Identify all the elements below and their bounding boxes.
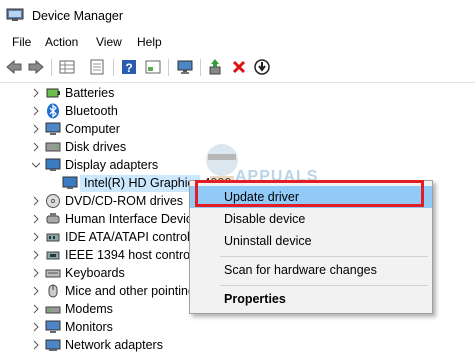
highlight-callout-box: [195, 180, 424, 207]
chevron-right-icon[interactable]: [31, 106, 41, 116]
menu-item-label: Scan for hardware changes: [224, 263, 377, 277]
document-icon[interactable]: [88, 58, 106, 76]
menu-scan-hardware[interactable]: Scan for hardware changes: [190, 259, 432, 281]
tree-item-batteries[interactable]: Batteries: [0, 84, 475, 102]
keyboard-icon: [45, 269, 61, 278]
menu-uninstall-device[interactable]: Uninstall device: [190, 230, 432, 252]
bluetooth-icon: [47, 103, 59, 119]
toolbar-separator: [51, 59, 52, 76]
tree-item-label: Monitors: [65, 320, 113, 334]
monitor-icon: [45, 320, 61, 333]
ide-icon: [46, 233, 60, 242]
menu-view[interactable]: View: [96, 35, 122, 49]
chevron-right-icon[interactable]: [31, 88, 41, 98]
tree-item-network-adapters[interactable]: Network adapters: [0, 336, 475, 354]
menu-help[interactable]: Help: [137, 35, 162, 49]
menu-separator: [220, 256, 428, 257]
chevron-right-icon[interactable]: [31, 142, 41, 152]
remove-x-icon[interactable]: [230, 58, 248, 76]
panel-icon[interactable]: [144, 58, 162, 76]
forward-arrow-icon[interactable]: [27, 58, 45, 76]
computer-icon: [45, 122, 61, 135]
tree-item-label: DVD/CD-ROM drives: [65, 194, 184, 208]
modem-icon: [45, 306, 61, 314]
monitor-icon[interactable]: [176, 58, 194, 76]
toolbar-separator: [168, 59, 169, 76]
title-bar: Device Manager: [0, 0, 475, 32]
chevron-right-icon[interactable]: [31, 214, 41, 224]
tree-item-disk-drives[interactable]: Disk drives: [0, 138, 475, 156]
toolbar-separator: [200, 59, 201, 76]
back-arrow-icon[interactable]: [5, 58, 23, 76]
toolbar-separator: [113, 59, 114, 76]
tree-item-label: Network adapters: [65, 338, 163, 352]
tree-item-label: Modems: [65, 302, 113, 316]
tree-item-label: Computer: [65, 122, 120, 136]
device-manager-icon: [6, 8, 24, 21]
tree-item-bluetooth[interactable]: Bluetooth: [0, 102, 475, 120]
display-icon: [45, 158, 61, 171]
chevron-right-icon[interactable]: [31, 304, 41, 314]
ieee-icon: [46, 251, 60, 260]
menu-properties[interactable]: Properties: [190, 288, 432, 310]
menu-item-label: Disable device: [224, 212, 306, 226]
chevron-right-icon[interactable]: [31, 340, 41, 350]
hid-icon: [46, 213, 60, 224]
svg-text:?: ?: [125, 61, 132, 75]
tree-item-label: Human Interface Devices: [65, 212, 206, 226]
chevron-right-icon[interactable]: [31, 196, 41, 206]
properties-grid-icon[interactable]: [58, 58, 76, 76]
help-icon[interactable]: ?: [120, 58, 138, 76]
menu-action[interactable]: Action: [45, 35, 78, 49]
tree-item-label: Disk drives: [65, 140, 127, 154]
update-driver-icon[interactable]: [207, 58, 225, 76]
menu-item-label: Uninstall device: [224, 234, 312, 248]
mouse-icon: [48, 284, 58, 298]
battery-icon: [46, 88, 60, 98]
chevron-right-icon[interactable]: [31, 268, 41, 278]
menu-item-label: Properties: [224, 292, 286, 306]
chevron-down-icon[interactable]: [31, 160, 41, 170]
menu-disable-device[interactable]: Disable device: [190, 208, 432, 230]
tree-item-label: Bluetooth: [65, 104, 118, 118]
menu-file[interactable]: File: [12, 35, 31, 49]
menu-separator: [220, 285, 428, 286]
chevron-right-icon[interactable]: [31, 124, 41, 134]
tree-item-label: Batteries: [65, 86, 115, 100]
chevron-right-icon[interactable]: [31, 232, 41, 242]
tree-item-computer[interactable]: Computer: [0, 120, 475, 138]
dvd-icon: [46, 194, 60, 208]
tree-item-label: Keyboards: [65, 266, 125, 280]
menu-bar: File Action View Help: [0, 32, 475, 52]
tree-item-monitors[interactable]: Monitors: [0, 318, 475, 336]
chevron-right-icon[interactable]: [31, 250, 41, 260]
display-icon: [62, 176, 78, 189]
toolbar: ?: [0, 52, 475, 83]
window-title: Device Manager: [32, 9, 124, 23]
chevron-right-icon[interactable]: [31, 286, 41, 296]
download-circle-icon[interactable]: [253, 58, 271, 76]
chevron-right-icon[interactable]: [31, 322, 41, 332]
tree-item-label: Display adapters: [65, 158, 159, 172]
disk-icon: [45, 142, 61, 152]
